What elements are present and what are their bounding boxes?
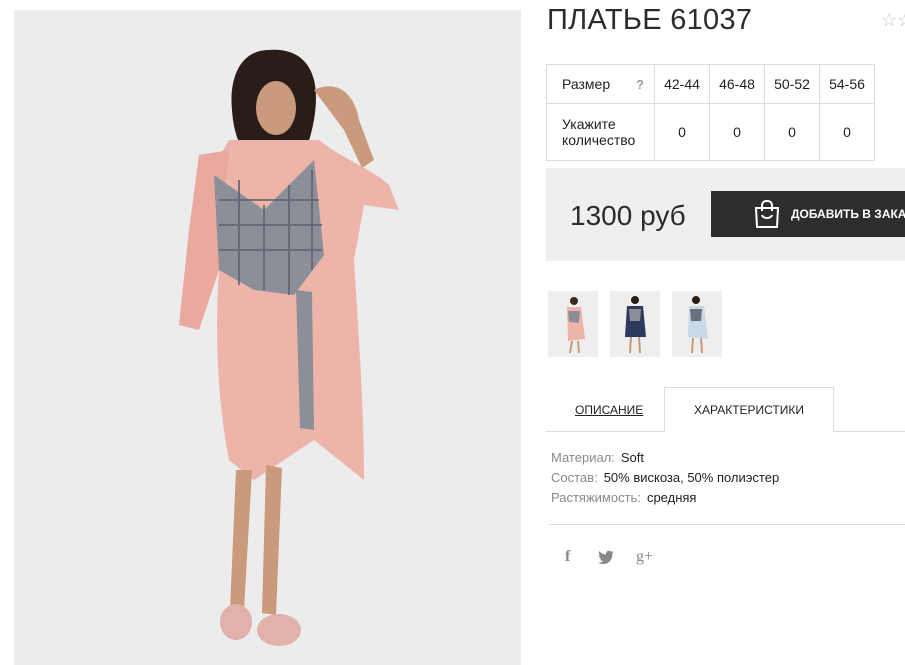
spec-key: Растяжимость:: [551, 490, 641, 505]
price-panel: 1300 руб ДОБАВИТЬ В ЗАКАЗ: [546, 168, 905, 261]
size-50-52: 50-52: [764, 64, 820, 104]
help-icon[interactable]: ?: [636, 77, 644, 92]
add-to-cart-button[interactable]: ДОБАВИТЬ В ЗАКАЗ: [711, 191, 905, 237]
specs-list: Материал: Soft Состав: 50% вискоза, 50% по…: [551, 448, 779, 508]
thumb-pink-dress[interactable]: [548, 291, 598, 357]
product-tabs: ОПИСАНИЕ ХАРАКТЕРИСТИКИ: [546, 387, 905, 432]
add-to-cart-label: ДОБАВИТЬ В ЗАКАЗ: [791, 207, 905, 221]
quantity-label-line1: Укажите: [562, 116, 616, 132]
spec-value: Soft: [620, 450, 645, 465]
thumb-navy-dress[interactable]: [610, 291, 660, 357]
thumbnail-image: [610, 291, 660, 357]
spec-value: 50% вискоза, 50% полиэстер: [603, 470, 780, 485]
size-quantity-table: Размер ? 42-44 46-48 50-52 54-56 Укажите…: [546, 64, 875, 161]
size-label: Размер: [562, 76, 611, 92]
quantity-label-cell: Укажите количество: [546, 103, 655, 161]
product-price: 1300 руб: [570, 200, 686, 231]
quantity-input-42-44[interactable]: 0: [654, 103, 710, 161]
spec-row-material: Материал: Soft: [551, 448, 779, 468]
spec-key: Материал:: [551, 450, 615, 465]
quantity-input-46-48[interactable]: 0: [709, 103, 765, 161]
quantity-label-line2: количество: [562, 132, 636, 148]
size-label-cell: Размер ?: [546, 64, 655, 104]
twitter-icon[interactable]: [598, 550, 614, 569]
quantity-input-54-56[interactable]: 0: [819, 103, 875, 161]
model-illustration: [14, 10, 521, 665]
shopping-bag-icon: [754, 199, 780, 228]
spec-row-composition: Состав: 50% вискоза, 50% полиэстер: [551, 468, 779, 488]
facebook-icon[interactable]: f: [565, 548, 570, 566]
spec-value: средняя: [646, 490, 697, 505]
tab-characteristics[interactable]: ХАРАКТЕРИСТИКИ: [664, 387, 834, 432]
size-54-56: 54-56: [819, 64, 875, 104]
product-title: ПЛАТЬЕ 61037: [547, 4, 753, 36]
size-42-44: 42-44: [654, 64, 710, 104]
size-46-48: 46-48: [709, 64, 765, 104]
tab-description[interactable]: ОПИСАНИЕ: [575, 403, 643, 417]
twitter-bird-icon: [598, 550, 614, 565]
quantity-input-50-52[interactable]: 0: [764, 103, 820, 161]
thumbnail-image: [548, 291, 598, 357]
thumbnail-image: [672, 291, 722, 357]
spec-row-stretch: Растяжимость: средняя: [551, 488, 779, 508]
spec-key: Состав:: [551, 470, 598, 485]
divider: [549, 524, 905, 525]
product-main-photo[interactable]: [14, 10, 521, 665]
thumb-blue-dress[interactable]: [672, 291, 722, 357]
star-outline-icon[interactable]: ☆☆: [881, 10, 905, 31]
google-plus-icon[interactable]: g+: [636, 548, 653, 566]
